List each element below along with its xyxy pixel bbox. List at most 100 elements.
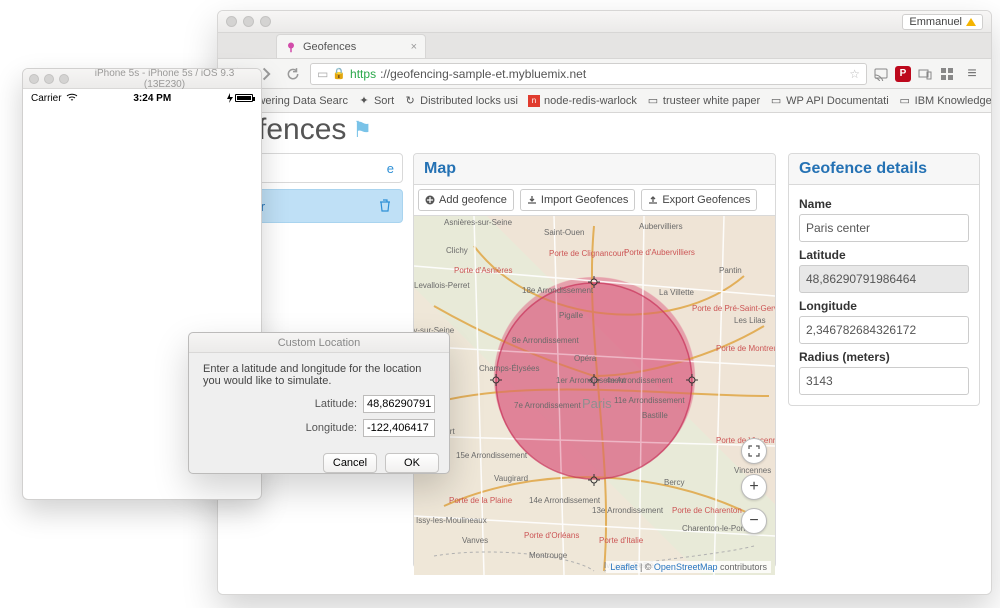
close-dot[interactable]	[226, 16, 237, 27]
custom-location-dialog: Custom Location Enter a latitude and lon…	[188, 332, 450, 474]
url-field[interactable]: ▭ 🔒 https://geofencing-sample-et.mybluem…	[310, 63, 867, 85]
map-label: Champs-Élysées	[479, 364, 539, 373]
profile-name: Emmanuel	[909, 16, 962, 28]
leaflet-link[interactable]: Leaflet	[610, 562, 637, 572]
bookmark-item[interactable]: ↻ Distributed locks usi	[404, 95, 518, 107]
export-geofences-button[interactable]: Export Geofences	[641, 189, 757, 211]
radius-input[interactable]	[799, 367, 969, 395]
map-label: 7e Arrondissement	[514, 401, 581, 410]
map-label: Pigalle	[559, 311, 583, 320]
import-geofences-button[interactable]: Import Geofences	[520, 189, 635, 211]
trash-icon[interactable]	[378, 198, 392, 215]
latitude-label: Latitude	[799, 248, 969, 262]
tab-strip: Geofences ×	[218, 33, 991, 59]
map-label-paris: Paris	[582, 396, 612, 411]
bookmark-star-icon[interactable]: ☆	[849, 67, 860, 81]
clear-icon[interactable]: e	[387, 161, 394, 176]
ext-cast-icon[interactable]	[873, 66, 889, 82]
traffic-lights	[226, 16, 271, 27]
dialog-text: Enter a latitude and longitude for the l…	[203, 363, 435, 387]
map-zoom-out-button[interactable]: −	[741, 508, 767, 534]
bookmark-item[interactable]: ▭IBM Knowledge Cent	[899, 95, 991, 107]
map-marker-west[interactable]	[490, 374, 502, 386]
page-icon: ▭	[317, 67, 328, 81]
bookmark-item[interactable]: nnode-redis-warlock	[528, 95, 637, 107]
ext-grid-icon[interactable]	[939, 66, 955, 82]
map-toolbar: Add geofence Import Geofences Export Geo…	[414, 185, 775, 216]
dialog-lat-input[interactable]	[363, 395, 435, 413]
map-label: Clichy	[446, 246, 468, 255]
dialog-lat-label: Latitude:	[315, 398, 357, 410]
bookmark-label: node-redis-warlock	[544, 95, 637, 107]
tab-geofences[interactable]: Geofences ×	[276, 34, 426, 58]
reload-button[interactable]	[282, 63, 304, 85]
map-label: Pantin	[719, 266, 742, 275]
map-label: La Villette	[659, 288, 694, 297]
sim-titlebar: iPhone 5s - iPhone 5s / iOS 9.3 (13E230)	[23, 69, 261, 89]
map-label: Bastille	[642, 411, 668, 420]
map-label: 13e Arrondissement	[592, 506, 663, 515]
profile-chip[interactable]: Emmanuel	[902, 14, 983, 30]
status-left: Carrier	[31, 92, 78, 105]
minimize-dot[interactable]	[243, 16, 254, 27]
sim-title-text: iPhone 5s - iPhone 5s / iOS 9.3 (13E230)	[74, 68, 255, 90]
browser-window: Emmanuel Geofences × ▭ 🔒 https://geofenc…	[217, 10, 992, 595]
longitude-input[interactable]	[799, 316, 969, 344]
window-titlebar: Emmanuel	[218, 11, 991, 33]
map-label: Vanves	[462, 536, 488, 545]
battery-icon	[227, 93, 253, 103]
dialog-lon-input[interactable]	[363, 419, 435, 437]
latitude-input[interactable]	[799, 265, 969, 293]
map-label: Vaugirard	[494, 474, 528, 483]
map-label: Montrouge	[529, 551, 567, 560]
bookmark-icon: ▭	[770, 95, 782, 107]
zoom-dot[interactable]	[260, 16, 271, 27]
minimize-dot[interactable]	[44, 74, 54, 84]
ext-device-icon[interactable]	[917, 66, 933, 82]
bookmark-item[interactable]: ▭trusteer white paper	[647, 95, 760, 107]
button-label: Add geofence	[439, 194, 507, 206]
dialog-ok-button[interactable]: OK	[385, 453, 439, 473]
zoom-dot[interactable]	[59, 74, 69, 84]
map-label: Porte d'Orléans	[524, 531, 579, 540]
button-label: Import Geofences	[541, 194, 628, 206]
map-marker-south[interactable]	[588, 474, 600, 486]
details-heading: Geofence details	[789, 154, 979, 185]
ext-pinterest-icon[interactable]: P	[895, 66, 911, 82]
map-label: Porte d'Asnières	[454, 266, 512, 275]
map-label: 18e Arrondissement	[522, 286, 593, 295]
add-geofence-button[interactable]: Add geofence	[418, 189, 514, 211]
map-heading: Map	[414, 154, 775, 185]
tab-close-icon[interactable]: ×	[411, 41, 417, 53]
chrome-menu-icon[interactable]: ≡	[961, 63, 983, 85]
geofence-details-panel: Geofence details Name Latitude Longitude…	[788, 153, 980, 406]
name-input[interactable]	[799, 214, 969, 242]
warning-icon	[966, 18, 976, 26]
map-label: 4e Arrondissement	[606, 376, 673, 385]
osm-link[interactable]: OpenStreetMap	[654, 562, 718, 572]
map-fullscreen-button[interactable]	[741, 438, 767, 464]
bookmark-label: WP API Documentati	[786, 95, 889, 107]
map[interactable]: Paris Clichy Saint-Ouen Aubervilliers Pa…	[414, 216, 775, 575]
radius-label: Radius (meters)	[799, 350, 969, 364]
bookmark-item[interactable]: ✦Sort	[358, 95, 394, 107]
bookmark-item[interactable]: ▭ WP API Documentati	[770, 95, 889, 107]
map-label: Aubervilliers	[639, 222, 683, 231]
dialog-title: Custom Location	[189, 333, 449, 353]
wifi-icon	[66, 92, 78, 105]
lock-icon: 🔒	[332, 67, 346, 80]
map-panel: Map Add geofence Import Geofences Export…	[413, 153, 776, 568]
map-label: Bercy	[664, 478, 684, 487]
bookmark-label: Distributed locks usi	[420, 95, 518, 107]
bookmark-icon: ↻	[404, 95, 416, 107]
map-zoom-in-button[interactable]: +	[741, 474, 767, 500]
dialog-cancel-button[interactable]: Cancel	[323, 453, 377, 473]
map-attribution: Leaflet | © OpenStreetMap contributors	[606, 561, 771, 573]
bookmark-icon: ▭	[647, 95, 659, 107]
map-label: 15e Arrondissement	[456, 451, 527, 460]
map-marker-east[interactable]	[686, 374, 698, 386]
url-scheme: https	[350, 67, 376, 81]
close-dot[interactable]	[29, 74, 39, 84]
map-label: 14e Arrondissement	[529, 496, 600, 505]
map-label: Porte de Clignancourt	[549, 249, 626, 258]
